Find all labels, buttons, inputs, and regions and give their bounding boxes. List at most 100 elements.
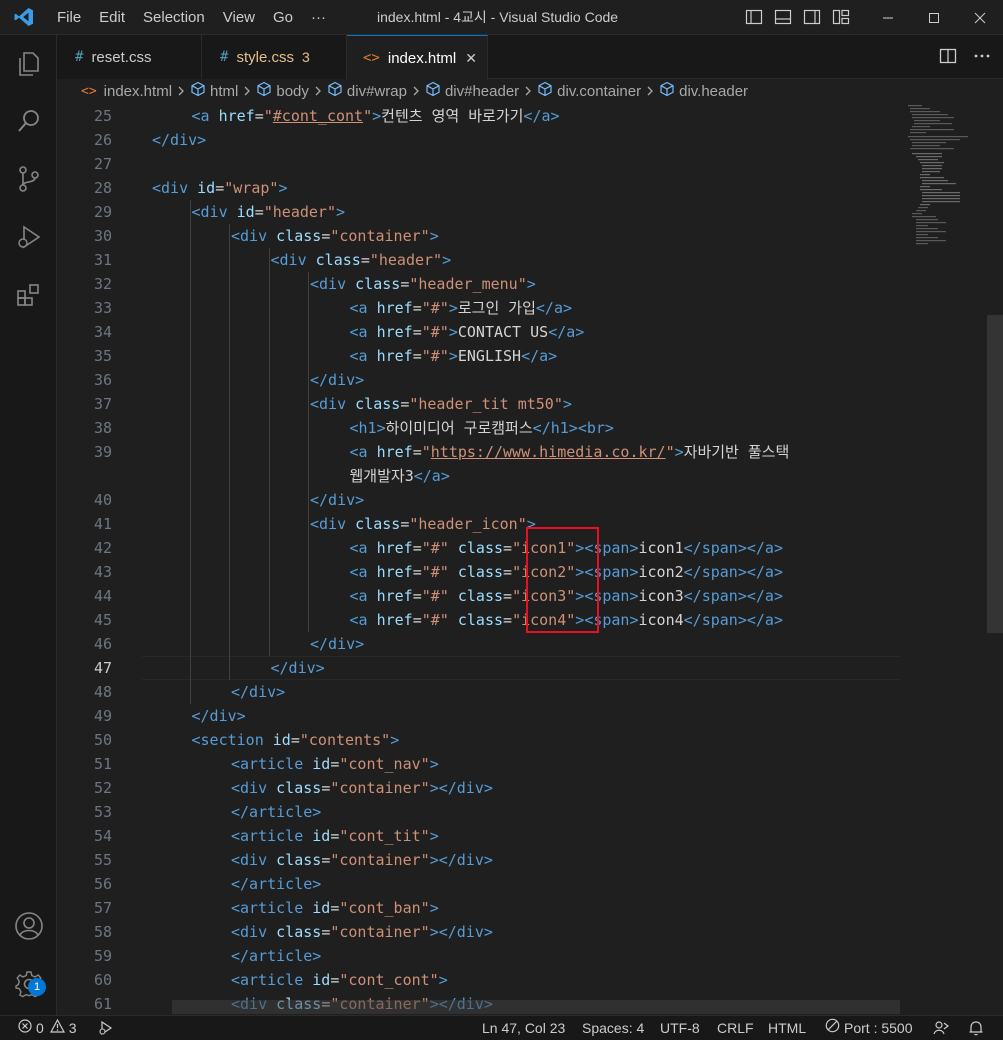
code-token: </span></a> [683,587,783,605]
toggle-primary-sidebar-icon[interactable] [745,8,763,26]
source-control-icon[interactable] [0,155,57,203]
breadcrumb-body[interactable]: body [256,81,309,101]
line-number: 54 [93,827,112,845]
accounts-icon[interactable] [0,902,57,950]
minimap[interactable] [908,103,978,263]
code-line[interactable]: <div class="header_tit mt50"> [310,392,572,416]
breadcrumb-file[interactable]: <> index.html [81,83,172,100]
run-tasks-icon[interactable] [98,1016,114,1040]
code-line[interactable]: 웹개발자3</a> [350,464,450,488]
maximize-button[interactable] [911,0,957,35]
code-line[interactable]: <article id="cont_cont"> [231,968,448,992]
breadcrumb-div-header-current[interactable]: div.header [659,81,748,101]
close-window-button[interactable] [957,0,1003,35]
menu-go[interactable]: Go [264,0,302,35]
accounts-feedback-icon[interactable] [933,1016,949,1040]
encoding-status[interactable]: UTF-8 [660,1016,700,1040]
code-line[interactable]: <div class="container"> [231,224,439,248]
tab-reset-css[interactable]: # reset.css [57,35,202,79]
code-token: class [355,395,401,413]
code-line[interactable]: <article id="cont_ban"> [231,896,439,920]
breadcrumb-div-container[interactable]: div.container [537,81,641,101]
explorer-icon[interactable] [0,40,57,88]
code-line[interactable]: </div> [271,656,325,680]
indentation-status[interactable]: Spaces: 4 [582,1016,644,1040]
more-actions-icon[interactable] [973,47,991,70]
code-line[interactable]: <div id="wrap"> [152,176,287,200]
code-token: = [412,563,422,581]
code-line[interactable]: <a href="#">CONTACT US</a> [350,320,585,344]
code-line[interactable]: <div class="container"></div> [231,920,493,944]
split-editor-icon[interactable] [939,47,957,70]
html-file-icon: <> [81,83,97,99]
breadcrumb: <> index.html html body div#wrap div#hea… [57,79,1003,103]
code-line[interactable]: <div class="header_menu"> [310,272,536,296]
breadcrumb-label: html [210,82,239,100]
code-line[interactable]: </div> [310,488,364,512]
code-line[interactable]: <a href="https://www.himedia.co.kr/">자바기… [350,440,790,464]
menu-bar: File Edit Selection View Go ··· [48,0,335,35]
broadcast-icon [825,1016,840,1040]
code-line[interactable]: </article> [231,872,321,896]
tab-index-html[interactable]: <> index.html ✕ [347,35,488,80]
menu-more[interactable]: ··· [302,0,335,35]
toggle-panel-icon[interactable] [774,8,792,26]
language-mode[interactable]: HTML [768,1016,806,1040]
eol-status[interactable]: CRLF [717,1016,754,1040]
code-line[interactable]: <a href="#">ENGLISH</a> [350,344,558,368]
code-line[interactable]: <div class="header_icon"> [310,512,536,536]
code-token: "container" [330,851,430,869]
vertical-scrollbar[interactable] [987,103,1003,1015]
code-line[interactable]: <article id="cont_tit"> [231,824,439,848]
menu-edit[interactable]: Edit [90,0,134,35]
breadcrumb-div-header[interactable]: div#header [425,81,519,101]
close-tab-icon[interactable]: ✕ [465,50,477,67]
code-token: id [197,179,216,197]
code-line[interactable]: <div class="header"> [271,248,452,272]
live-server-status[interactable]: Port : 5500 [825,1016,913,1040]
tab-style-css[interactable]: # style.css 3 [202,35,347,79]
settings-gear-icon[interactable]: 1 [0,960,57,1008]
code-token: = [254,107,264,125]
code-line[interactable]: </div> [310,632,364,656]
menu-file[interactable]: File [48,0,90,35]
horizontal-scrollbar[interactable] [172,1000,900,1014]
menu-view[interactable]: View [214,0,264,35]
code-token: </a> [413,467,450,485]
code-line[interactable]: </article> [231,944,321,968]
run-debug-icon[interactable] [0,213,57,261]
customize-layout-icon[interactable] [832,8,850,26]
cursor-position[interactable]: Ln 47, Col 23 [482,1016,565,1040]
code-token: > [429,227,439,245]
code-line[interactable]: </div> [310,368,364,392]
code-token: = [254,203,264,221]
code-line[interactable]: <div class="container"></div> [231,848,493,872]
breadcrumb-div-wrap[interactable]: div#wrap [327,81,407,101]
menu-selection[interactable]: Selection [134,0,214,35]
code-line[interactable]: </div> [231,680,285,704]
scrollbar-thumb[interactable] [987,315,1003,633]
search-icon[interactable] [0,97,57,145]
code-line[interactable]: <a href="#cont_cont">컨텐츠 영역 바로가기</a> [192,104,560,128]
notifications-bell-icon[interactable] [968,1016,984,1040]
code-token: <div [310,515,356,533]
code-token: CONTACT US [457,323,549,341]
breadcrumb-html[interactable]: html [190,81,238,101]
code-line[interactable]: <section id="contents"> [192,728,400,752]
problems-status[interactable]: 0 3 [18,1016,77,1040]
code-line[interactable]: <a href="#">로그인 가입</a> [350,296,573,320]
code-line[interactable]: <div class="container"></div> [231,776,493,800]
code-line[interactable]: </div> [192,704,246,728]
code-line[interactable]: <article id="cont_nav"> [231,752,439,776]
toggle-secondary-sidebar-icon[interactable] [803,8,821,26]
code-editor[interactable]: 25 26 27 28 29 30 31 32 33 34 35 36 37 38 39 40 41 42 43 44… [57,103,1003,1015]
code-line[interactable]: </article> [231,800,321,824]
line-number: 50 [93,731,112,749]
minimize-button[interactable] [865,0,911,35]
code-line[interactable]: </div> [152,128,206,152]
code-token: > [448,323,458,341]
code-token: ENGLISH [457,347,522,365]
code-line[interactable]: <h1>하이미디어 구로캠퍼스</h1><br> [350,416,614,440]
extensions-icon[interactable] [0,271,57,319]
code-line[interactable]: <div id="header"> [192,200,346,224]
